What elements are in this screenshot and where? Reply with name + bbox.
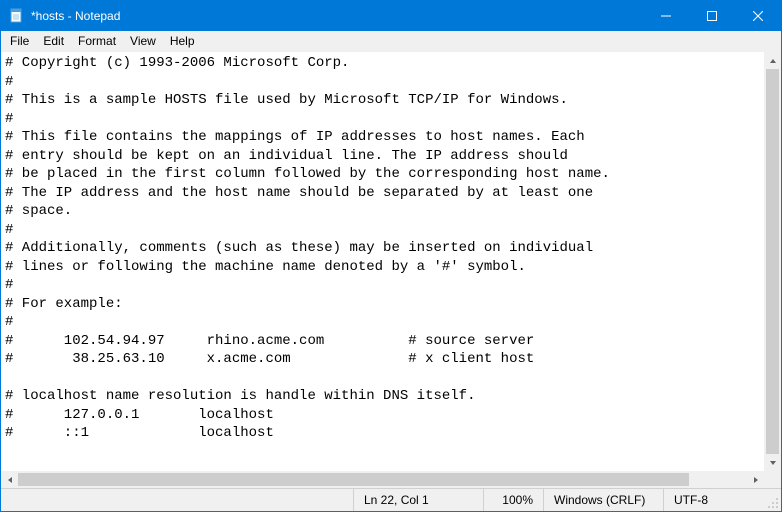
editor-area: # Copyright (c) 1993-2006 Microsoft Corp…	[1, 51, 781, 488]
scroll-thumb-horizontal[interactable]	[18, 473, 689, 486]
titlebar[interactable]: *hosts - Notepad	[1, 1, 781, 31]
scroll-track-horizontal[interactable]	[18, 471, 747, 488]
vertical-scrollbar[interactable]	[764, 52, 781, 471]
menubar: File Edit Format View Help	[1, 31, 781, 51]
status-cursor-position: Ln 22, Col 1	[353, 489, 483, 511]
notepad-icon	[9, 8, 25, 24]
status-encoding: UTF-8	[663, 489, 763, 511]
close-button[interactable]	[735, 1, 781, 31]
scroll-thumb-vertical[interactable]	[766, 69, 779, 454]
menu-file[interactable]: File	[3, 33, 36, 49]
scroll-track-vertical[interactable]	[764, 69, 781, 454]
statusbar: Ln 22, Col 1 100% Windows (CRLF) UTF-8	[1, 488, 781, 511]
menu-edit[interactable]: Edit	[36, 33, 71, 49]
scroll-right-icon[interactable]	[747, 471, 764, 488]
scroll-corner	[764, 471, 781, 488]
minimize-button[interactable]	[643, 1, 689, 31]
horizontal-scrollbar[interactable]	[1, 471, 764, 488]
text-editor[interactable]: # Copyright (c) 1993-2006 Microsoft Corp…	[1, 52, 764, 471]
maximize-button[interactable]	[689, 1, 735, 31]
window-title: *hosts - Notepad	[31, 9, 643, 23]
menu-view[interactable]: View	[123, 33, 163, 49]
window-controls	[643, 1, 781, 31]
status-line-ending: Windows (CRLF)	[543, 489, 663, 511]
scroll-left-icon[interactable]	[1, 471, 18, 488]
resize-grip-icon[interactable]	[763, 489, 781, 511]
scroll-down-icon[interactable]	[764, 454, 781, 471]
scroll-up-icon[interactable]	[764, 52, 781, 69]
menu-format[interactable]: Format	[71, 33, 123, 49]
menu-help[interactable]: Help	[163, 33, 202, 49]
status-zoom: 100%	[483, 489, 543, 511]
